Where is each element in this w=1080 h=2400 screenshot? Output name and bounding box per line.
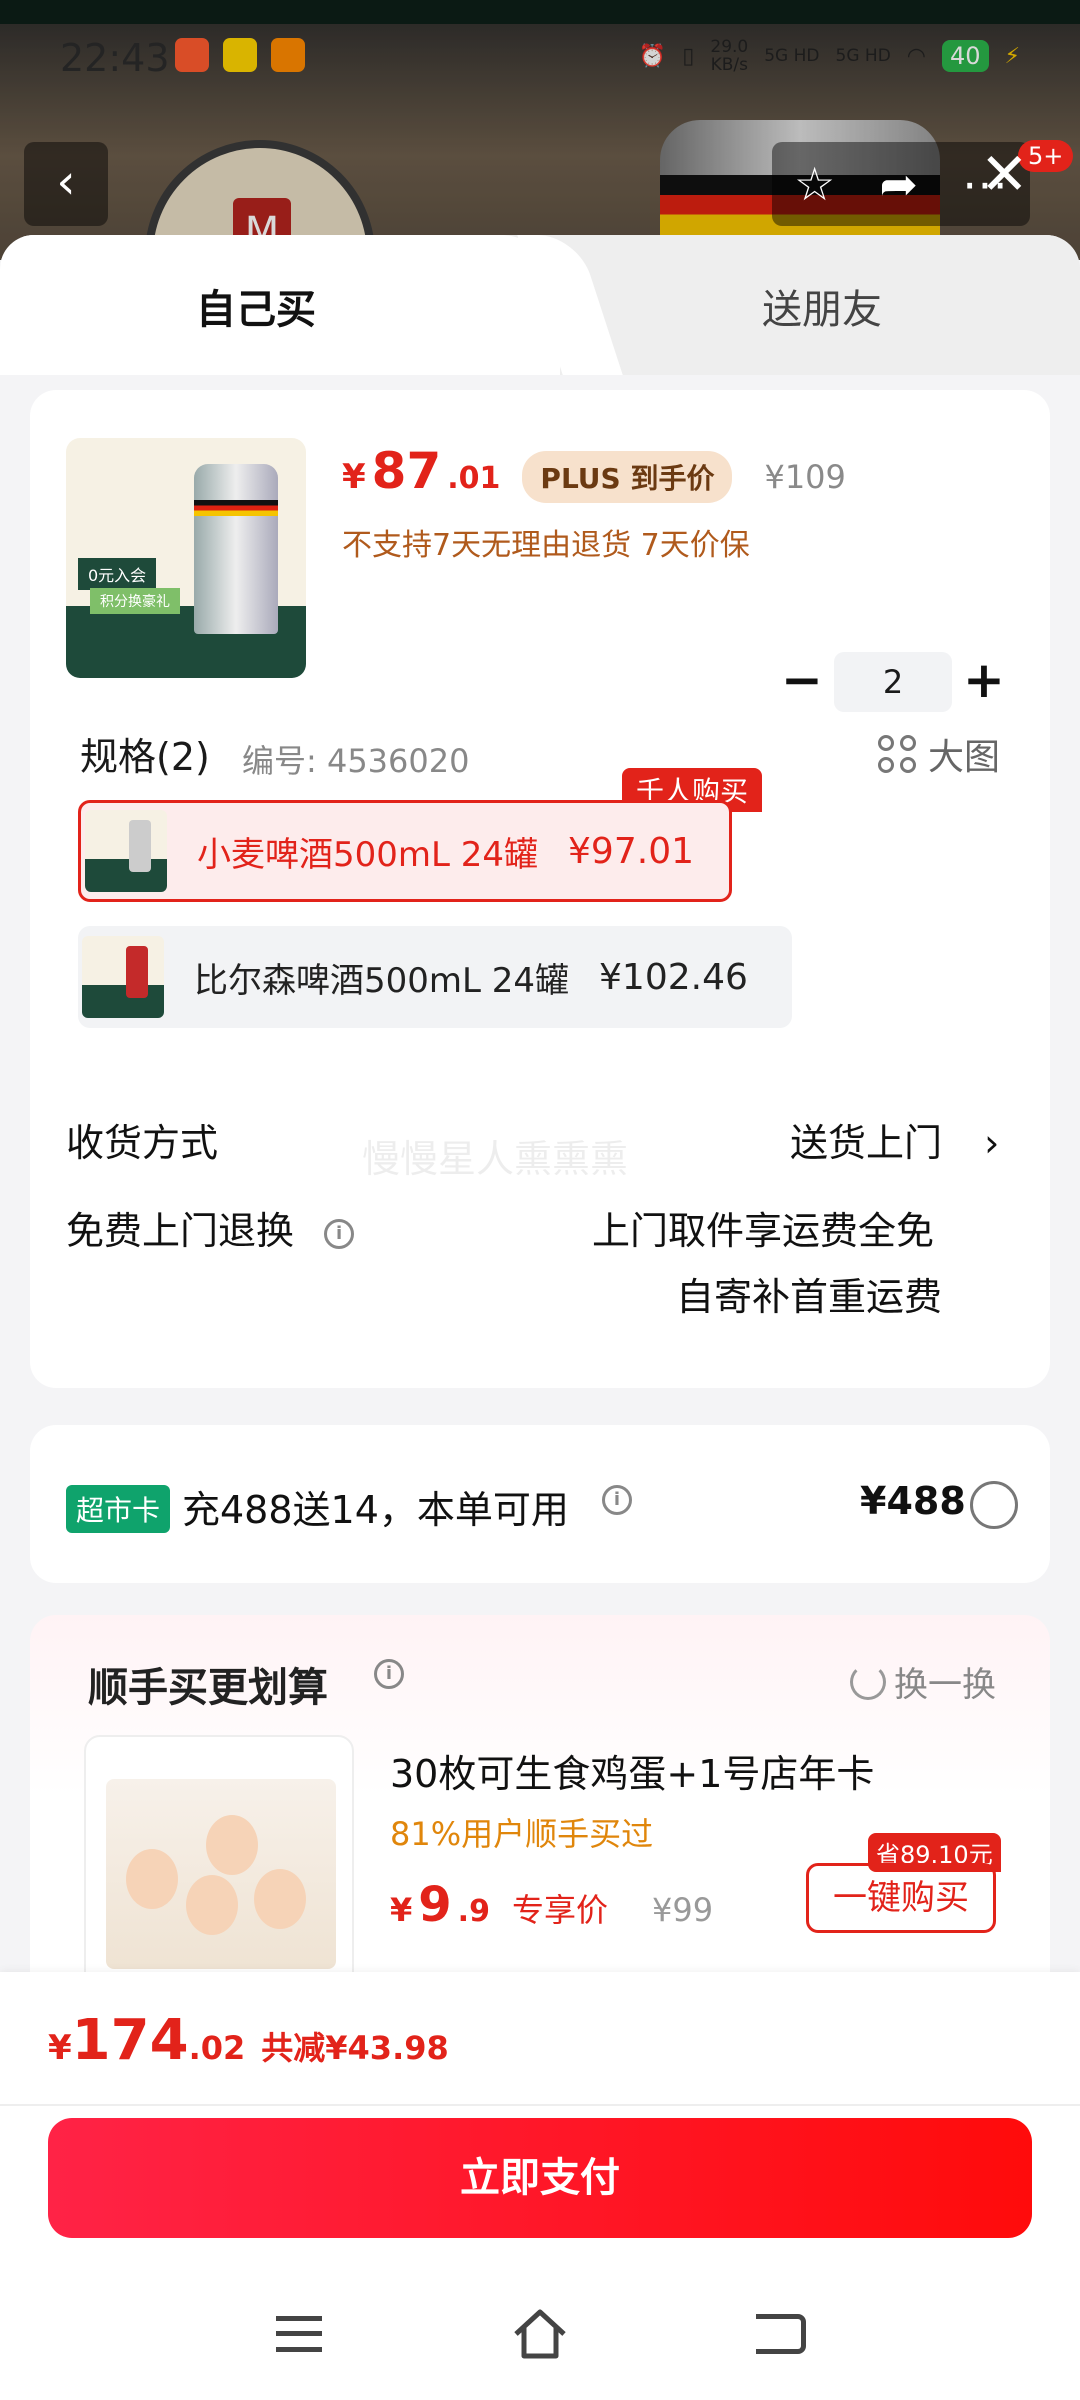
total-decimal: .02	[188, 2029, 246, 2067]
total-integer: 174	[71, 2008, 189, 2073]
thumb-tag: 0元入会	[78, 558, 157, 590]
addon-currency: ¥	[390, 1891, 413, 1929]
spec-code: 编号: 4536020	[242, 742, 470, 780]
tab-self[interactable]: 自己买	[196, 277, 316, 335]
addon-price-tag: 专享价	[511, 1891, 608, 1929]
info-icon[interactable]: i	[374, 1659, 404, 1689]
chevron-right-icon: ›	[984, 1121, 1000, 1165]
addon-price-integer: 9	[418, 1877, 452, 1933]
option-thumbnail	[85, 810, 167, 892]
info-icon[interactable]: i	[324, 1218, 355, 1249]
big-image-label: 大图	[927, 737, 1000, 778]
total-price: ¥ 174 .02 共减¥43.98	[48, 2008, 449, 2073]
one-click-buy-button[interactable]: 一键购买	[806, 1863, 996, 1933]
top-strip	[0, 0, 1080, 24]
total-saved: 共减¥43.98	[261, 2029, 449, 2067]
supermarket-card-text: 充488送14，本单可用	[182, 1488, 569, 1532]
currency: ¥	[342, 457, 366, 497]
returns-line-1: 上门取件享运费全免	[592, 1209, 935, 1253]
watermark: 慢慢星人熏熏熏	[362, 1137, 629, 1181]
addon-price-row: ¥ 9 .9 专享价 ¥99	[390, 1877, 713, 1933]
share-icon[interactable]: ➦	[879, 157, 918, 211]
back-nav-icon[interactable]	[756, 2314, 806, 2354]
return-notice: 不支持7天无理由退货 7天价保	[342, 528, 750, 563]
supermarket-card-badge: 超市卡	[66, 1485, 171, 1533]
swap-button[interactable]: 换一换	[850, 1657, 996, 1706]
thumb-tag-2: 积分换豪礼	[90, 588, 180, 614]
price-row: ¥ 87 .01 PLUS 到手价 ¥109	[342, 442, 846, 503]
home-icon[interactable]	[510, 2306, 570, 2362]
original-price: ¥109	[764, 458, 846, 496]
swap-label: 换一换	[894, 1665, 996, 1705]
addon-original-price: ¥99	[651, 1891, 714, 1929]
pay-now-button[interactable]: 立即支付	[48, 2118, 1032, 2238]
quantity-stepper: − 2 +	[770, 652, 1016, 712]
refresh-icon	[850, 1663, 886, 1700]
addon-price-decimal: .9	[457, 1894, 490, 1929]
info-icon[interactable]: i	[602, 1485, 632, 1515]
big-image-button[interactable]: 大图	[877, 728, 1000, 780]
delivery-value: 送货上门	[790, 1121, 943, 1165]
supermarket-card-row: 超市卡 充488送14，本单可用 i ¥488	[30, 1425, 1050, 1583]
addon-title: 顺手买更划算	[88, 1665, 328, 1711]
price-integer: 87	[371, 442, 442, 500]
addon-stat: 81%用户顺手买过	[390, 1815, 654, 1853]
supermarket-card-radio[interactable]	[970, 1481, 1018, 1529]
option-thumbnail	[82, 936, 164, 1018]
supermarket-card-price: ¥488	[860, 1479, 966, 1523]
purchase-tabs: 自己买 送朋友	[0, 235, 1080, 375]
plus-price-badge: PLUS 到手价	[522, 451, 733, 503]
delivery-method[interactable]: 送货上门 ›	[790, 1112, 999, 1167]
can-image	[194, 464, 278, 634]
increment-button[interactable]: +	[952, 652, 1016, 712]
back-button[interactable]: ‹	[24, 142, 108, 226]
delivery-label: 收货方式	[66, 1121, 219, 1165]
option-label: 比尔森啤酒500mL 24罐	[194, 960, 570, 1001]
system-nav-bar	[0, 2290, 1080, 2390]
chevron-left-icon: ‹	[56, 154, 76, 210]
returns-line-2: 自寄补首重运费	[676, 1275, 943, 1319]
quantity-input[interactable]: 2	[834, 652, 952, 712]
product-card: 0元入会 积分换豪礼 ¥ 87 .01 PLUS 到手价 ¥109 不支持7天无…	[30, 390, 1050, 1388]
option-price: ¥102.46	[599, 956, 748, 998]
tab-friend[interactable]: 送朋友	[762, 277, 882, 335]
option-price: ¥97.01	[568, 830, 694, 872]
menu-icon[interactable]	[276, 2316, 322, 2352]
product-thumbnail[interactable]: 0元入会 积分换豪礼	[66, 438, 306, 678]
grid-icon	[877, 735, 916, 773]
close-icon[interactable]: ✕	[980, 140, 1029, 208]
spec-title: 规格(2)	[80, 735, 210, 779]
returns-label: 免费上门退换	[66, 1209, 295, 1253]
egg-box-image	[106, 1779, 336, 1969]
total-currency: ¥	[48, 2028, 72, 2068]
star-icon[interactable]: ☆	[794, 157, 835, 211]
divider	[0, 2104, 1080, 2106]
returns-label-row: 免费上门退换 i	[66, 1200, 355, 1255]
addon-name: 30枚可生食鸡蛋+1号店年卡	[390, 1752, 875, 1796]
spec-option-pilsner[interactable]: 比尔森啤酒500mL 24罐 ¥102.46	[78, 926, 792, 1028]
decrement-button[interactable]: −	[770, 652, 834, 712]
product-page-backdrop: 22:43 ⏰ ▯ 29.0 KB/s 5G HD 5G HD ◠ 40 ⚡ M …	[0, 0, 1080, 260]
option-label: 小麦啤酒500mL 24罐	[197, 834, 539, 875]
checkout-bar: ¥ 174 .02 共减¥43.98 立即支付	[0, 1972, 1080, 2400]
spec-option-wheat[interactable]: 小麦啤酒500mL 24罐 ¥97.01	[78, 800, 732, 902]
price-decimal: .01	[447, 461, 501, 496]
